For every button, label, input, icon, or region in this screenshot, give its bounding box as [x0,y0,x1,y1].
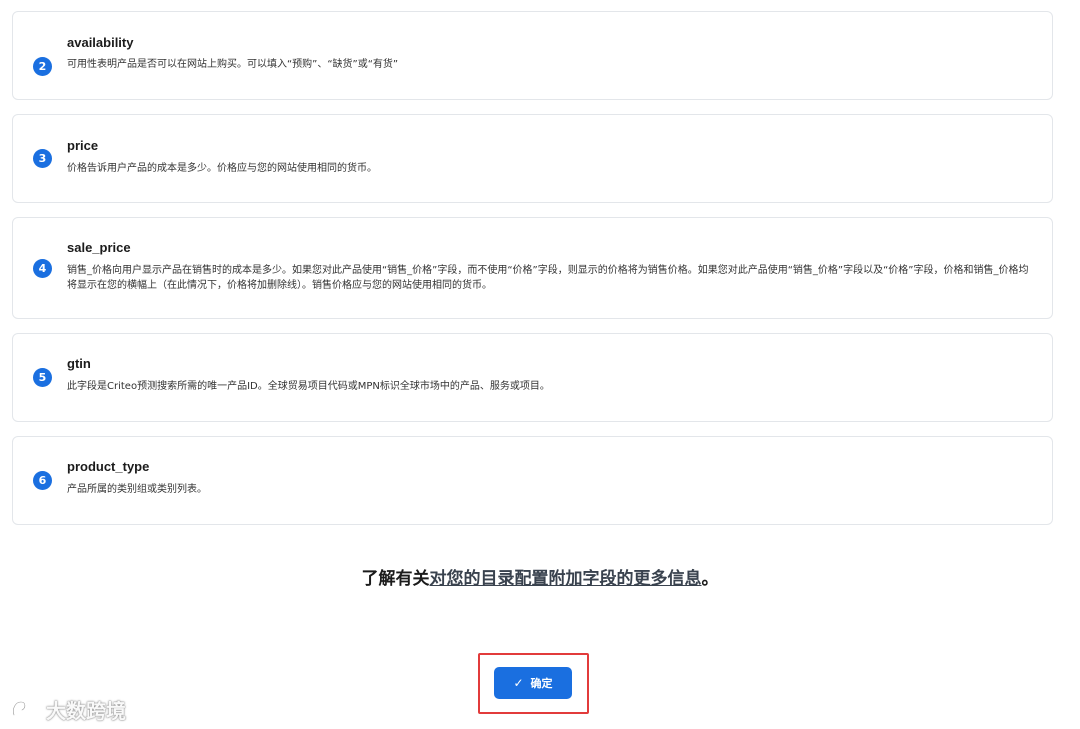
field-description: 销售_价格向用户显示产品在销售时的成本是多少。如果您对此产品使用“销售_价格”字… [67,265,1029,291]
field-name: sale_price [67,240,131,255]
step-number-badge: 3 [33,149,52,168]
field-name: gtin [67,356,91,371]
field-description: 产品所属的类别组或类别列表。 [67,484,207,495]
field-description: 此字段是Criteo预测搜索所需的唯一产品ID。全球贸易项目代码或MPN标识全球… [67,381,550,392]
field-description: 可用性表明产品是否可以在网站上购买。可以填入“预购”、“缺货”或“有货” [67,59,399,70]
watermark-logo-icon [11,700,39,717]
field-description: 价格告诉用户产品的成本是多少。价格应与您的网站使用相同的货币。 [67,163,377,174]
more-info-link[interactable]: 对您的目录配置附加字段的更多信息 [430,569,702,589]
field-name: price [67,138,99,153]
more-info-text: 了解有关对您的目录配置附加字段的更多信息。 [0,564,1080,589]
confirm-button-label: 确定 [530,677,553,690]
field-name: product_type [67,459,150,474]
step-number-badge: 4 [33,259,52,278]
step-number-badge: 5 [33,368,52,387]
watermark: 大数跨境 [10,694,126,724]
step-number-badge: 6 [33,471,52,490]
watermark-text: 大数跨境 [46,698,126,723]
more-info-prefix: 了解有关 [361,569,430,589]
field-name: availability [67,35,134,50]
more-info-suffix: 。 [701,569,719,589]
confirm-button[interactable]: ✓ 确定 [494,667,572,699]
field-card-product-type: 6 product_type 产品所属的类别组或类别列表。 [12,436,1053,525]
step-number-badge: 2 [33,57,52,76]
field-card-price: 3 price 价格告诉用户产品的成本是多少。价格应与您的网站使用相同的货币。 [12,114,1053,203]
check-icon: ✓ [513,676,524,690]
field-card-sale-price: 4 sale_price 销售_价格向用户显示产品在销售时的成本是多少。如果您对… [12,217,1053,319]
field-card-availability: 2 availability 可用性表明产品是否可以在网站上购买。可以填入“预购… [12,11,1053,100]
field-card-gtin: 5 gtin 此字段是Criteo预测搜索所需的唯一产品ID。全球贸易项目代码或… [12,333,1053,422]
